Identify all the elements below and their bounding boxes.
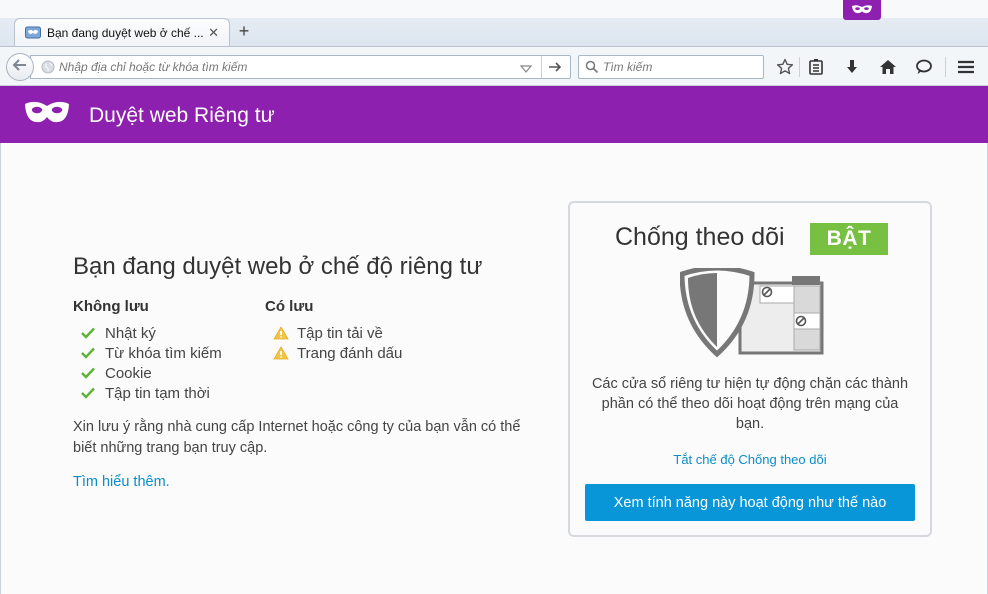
search-icon <box>585 60 599 79</box>
download-icon[interactable] <box>842 57 862 77</box>
private-mode-heading: Bạn đang duyệt web ở chế độ riêng tư <box>73 253 483 280</box>
warning-icon <box>273 326 297 340</box>
see-how-it-works-button[interactable]: Xem tính năng này hoạt động như thế nào <box>585 484 915 521</box>
private-window-indicator-icon <box>843 0 881 20</box>
toolbar-divider <box>945 57 946 77</box>
back-arrow-icon <box>12 58 28 77</box>
saved-item-label: Tập tin tải về <box>297 324 383 342</box>
not-saved-heading: Không lưu <box>73 298 149 315</box>
main-content: Bạn đang duyệt web ở chế độ riêng tư Khô… <box>0 143 988 594</box>
not-saved-item-label: Cookie <box>105 364 152 382</box>
check-icon <box>81 347 105 359</box>
navigation-toolbar <box>0 46 988 86</box>
url-history-dropdown-icon[interactable] <box>519 61 533 79</box>
list-item: Nhật ký <box>81 323 222 343</box>
not-saved-item-label: Từ khóa tìm kiếm <box>105 344 222 362</box>
learn-more-link[interactable]: Tìm hiểu thêm. <box>73 474 170 490</box>
page-title: Duyệt web Riêng tư <box>89 104 275 127</box>
back-button[interactable] <box>6 53 34 81</box>
disable-tracking-protection-link[interactable]: Tắt chế độ Chống theo dõi <box>570 452 930 467</box>
tracking-shield-illustration-icon <box>679 265 826 363</box>
not-saved-item-label: Tập tin tạm thời <box>105 384 210 402</box>
check-icon <box>81 387 105 399</box>
chat-icon[interactable] <box>914 57 934 77</box>
list-item: Tập tin tạm thời <box>81 383 222 403</box>
search-bar[interactable] <box>578 55 764 79</box>
not-saved-list: Nhật ký Từ khóa tìm kiếm Cookie Tập tin … <box>81 323 222 403</box>
new-tab-button[interactable]: + <box>234 22 254 42</box>
star-icon[interactable] <box>775 57 795 77</box>
saved-list: Tập tin tải về Trang đánh dấu <box>273 323 402 363</box>
check-icon <box>81 367 105 379</box>
url-input[interactable] <box>59 59 499 75</box>
private-browsing-header: Duyệt web Riêng tư <box>0 86 988 143</box>
reading-list-icon[interactable] <box>806 57 826 77</box>
hamburger-menu-icon[interactable] <box>956 57 976 77</box>
search-input[interactable] <box>603 59 759 75</box>
tracking-protection-card: Chống theo dõi BẬT Các cửa sổ riêng tư h… <box>568 201 932 537</box>
private-mask-icon <box>24 100 70 133</box>
not-saved-item-label: Nhật ký <box>105 324 156 342</box>
private-browsing-favicon-icon <box>25 26 41 40</box>
saved-heading: Có lưu <box>265 298 314 315</box>
warning-icon <box>273 346 297 360</box>
url-bar-divider <box>541 56 542 78</box>
list-item: Tập tin tải về <box>273 323 402 343</box>
home-icon[interactable] <box>878 57 898 77</box>
list-item: Trang đánh dấu <box>273 343 402 363</box>
status-badge: BẬT <box>810 223 888 255</box>
privacy-note: Xin lưu ý rằng nhà cung cấp Internet hoặ… <box>73 419 521 456</box>
toolbar-divider <box>799 57 800 77</box>
saved-item-label: Trang đánh dấu <box>297 344 403 362</box>
tab-private-browsing[interactable]: Bạn đang duyệt web ở chế ... ✕ <box>14 18 230 46</box>
go-arrow-icon[interactable] <box>547 59 563 80</box>
tracking-protection-title: Chống theo dõi <box>615 223 785 251</box>
check-icon <box>81 327 105 339</box>
globe-icon <box>41 60 55 79</box>
tracking-protection-description: Các cửa sổ riêng tư hiện tự động chặn cá… <box>591 376 909 432</box>
list-item: Từ khóa tìm kiếm <box>81 343 222 363</box>
list-item: Cookie <box>81 363 222 383</box>
tab-close-icon[interactable]: ✕ <box>208 25 219 41</box>
tab-title: Bạn đang duyệt web ở chế ... <box>47 25 204 40</box>
url-bar[interactable] <box>30 55 571 79</box>
